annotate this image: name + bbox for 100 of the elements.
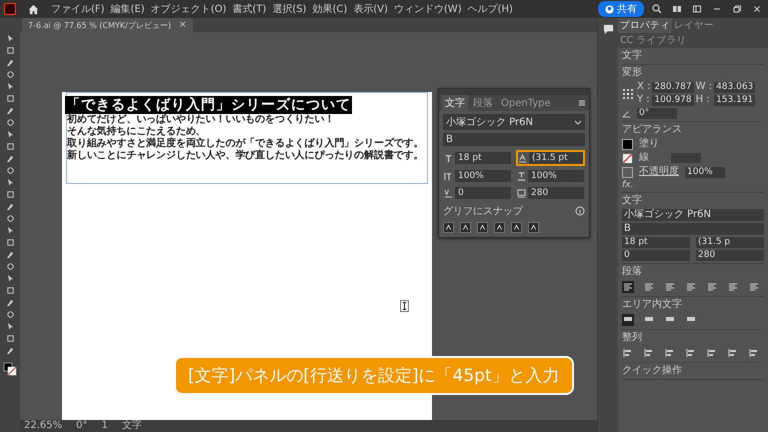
text-cursor-icon <box>400 300 409 312</box>
font-style-dropdown[interactable]: B <box>443 133 585 146</box>
body-text: 取り組みやすさと満足度を両立したのが「できるよくばり入門」シリーズです。 <box>67 138 424 149</box>
selected-heading-text: 「できるよくばり入門」シリーズについて <box>65 96 352 114</box>
info-icon[interactable] <box>575 206 585 216</box>
paragraph-align-icon[interactable] <box>664 281 676 293</box>
rotation-value[interactable]: 0° <box>76 420 88 432</box>
home-icon[interactable] <box>28 4 39 14</box>
snap-label: グリフにスナップ <box>443 204 523 218</box>
align-icon[interactable] <box>706 347 718 359</box>
panel-tab[interactable]: 文字 <box>442 95 468 111</box>
font-style-dropdown[interactable]: B <box>622 223 764 235</box>
section-title: 段落 <box>622 266 643 278</box>
panel-icon[interactable] <box>692 4 702 14</box>
reference-point-icon[interactable] <box>622 88 634 100</box>
workspace-icon[interactable] <box>672 4 682 14</box>
vertical-scale-field[interactable]: 100% <box>455 170 511 182</box>
area-type-option-icon[interactable] <box>622 314 634 326</box>
comment-icon[interactable] <box>602 24 614 35</box>
align-icon[interactable] <box>748 347 760 359</box>
search-icon[interactable] <box>652 4 662 14</box>
selection-type-label: 文字 <box>622 50 643 62</box>
menu-item[interactable]: 効果(C) <box>312 2 348 16</box>
fill-stroke-icon[interactable] <box>3 362 17 376</box>
kerning-field[interactable]: 0 <box>622 250 690 261</box>
horizontal-scale-icon <box>517 172 526 180</box>
snap-option-icon[interactable] <box>528 222 539 233</box>
artboard-number[interactable]: 1 <box>102 420 108 432</box>
align-icon[interactable] <box>727 347 739 359</box>
align-icon[interactable] <box>685 347 697 359</box>
height-field[interactable]: 153.191 <box>714 94 756 106</box>
opacity-field[interactable]: 100% <box>685 166 725 178</box>
stroke-none-swatch[interactable] <box>622 152 633 164</box>
menu-item[interactable]: オブジェクト(O) <box>150 2 226 16</box>
section-title: 変形 <box>622 67 643 79</box>
snap-option-icon[interactable] <box>460 222 471 233</box>
tracking-field[interactable]: 280 <box>696 250 764 261</box>
y-field[interactable]: 100.978 <box>652 94 694 106</box>
paragraph-align-icon[interactable] <box>622 281 634 293</box>
width-field[interactable]: 483.063 <box>714 82 756 92</box>
effects-button[interactable]: fx. <box>622 180 634 190</box>
caption-banner: [文字]パネルの[行送りを設定]に「45pt」と入力 <box>176 358 572 393</box>
paragraph-align-icon[interactable] <box>643 281 655 293</box>
leading-field[interactable]: (31.5 p <box>696 237 764 248</box>
snap-option-icon[interactable] <box>511 222 522 233</box>
fill-swatch[interactable] <box>622 138 633 150</box>
paragraph-align-icon[interactable] <box>748 281 760 293</box>
section-title: クイック操作 <box>622 365 683 377</box>
menu-item[interactable]: 表示(V) <box>353 2 388 16</box>
restore-icon[interactable] <box>732 4 742 14</box>
vertical-scale-icon <box>444 172 453 180</box>
kerning-icon <box>444 188 453 198</box>
app-logo-icon[interactable] <box>4 3 16 15</box>
section-title: 文字 <box>622 195 643 207</box>
menu-item[interactable]: 書式(T) <box>232 2 266 16</box>
menu-item[interactable]: ファイル(F) <box>51 2 105 16</box>
font-size-field[interactable]: 18 pt <box>455 152 511 164</box>
snap-option-icon[interactable] <box>477 222 488 233</box>
document-tab[interactable]: 7-6.ai @ 77.65 % (CMYK/プレビュー) × <box>22 18 193 32</box>
x-field[interactable]: 280.787 <box>652 82 694 92</box>
font-size-field[interactable]: 18 pt <box>622 237 690 248</box>
tracking-field[interactable]: 280 <box>528 187 584 199</box>
stroke-label: 線 <box>639 152 649 164</box>
zoom-level[interactable]: 22.65% <box>24 420 62 432</box>
menu-item[interactable]: 編集(E) <box>110 2 145 16</box>
paragraph-align-icon[interactable] <box>727 281 739 293</box>
menu-item[interactable]: ヘルプ(H) <box>468 2 513 16</box>
body-text: そんな気持ちにこたえるため、 <box>67 126 207 137</box>
share-button[interactable]: 共有 <box>598 1 644 17</box>
section-title: 整列 <box>622 332 643 344</box>
h-label: H : <box>696 94 711 106</box>
menu-icon[interactable] <box>578 99 586 107</box>
rotation-field[interactable]: 0° <box>637 108 677 119</box>
align-icon[interactable] <box>622 347 634 359</box>
section-title: エリア内文字 <box>622 299 683 311</box>
opacity-label[interactable]: 不透明度 <box>639 166 679 178</box>
font-dropdown[interactable]: 小塚ゴシック Pr6N <box>622 209 764 221</box>
align-icon[interactable] <box>664 347 676 359</box>
rotate-icon <box>622 109 631 118</box>
caret-icon <box>574 118 582 126</box>
font-dropdown[interactable]: 小塚ゴシック Pr6N <box>443 114 585 130</box>
kerning-field[interactable]: 0 <box>455 187 511 199</box>
panel-tab[interactable]: プロパティ <box>618 18 672 33</box>
paragraph-align-icon[interactable] <box>685 281 697 293</box>
user-icon <box>605 4 614 14</box>
menu-item[interactable]: ウィンドウ(W) <box>394 2 462 16</box>
snap-option-icon[interactable] <box>494 222 505 233</box>
align-icon[interactable] <box>643 347 655 359</box>
close-icon[interactable] <box>752 4 762 14</box>
w-label: W : <box>696 81 712 93</box>
current-tool-label: 文字 <box>122 420 142 432</box>
text-frame[interactable]: 「できるよくばり入門」シリーズについて 初めてだけど、いっぱいやりたい！いいものをつくりたい！ そんな気持ちにこたえるため、 取り組みやすさと満足度を両立したのが「できるよくばり入門」シリーズです。 新しいことにチャレンジしたい人や、学び直したい人にぴったりの解説書です。 <box>66 92 428 184</box>
horizontal-scale-field[interactable]: 100% <box>528 170 584 182</box>
snap-option-icon[interactable] <box>443 222 454 233</box>
body-text: 新しいことにチャレンジしたい人や、学び直したい人にぴったりの解説書です。 <box>67 150 424 162</box>
paragraph-align-icon[interactable] <box>706 281 718 293</box>
menu-item[interactable]: 選択(S) <box>272 2 306 16</box>
body-text: 初めてだけど、いっぱいやりたい！いいものをつくりたい！ <box>67 114 336 126</box>
opacity-swatch <box>622 166 633 178</box>
stroke-weight-field[interactable] <box>671 153 701 163</box>
